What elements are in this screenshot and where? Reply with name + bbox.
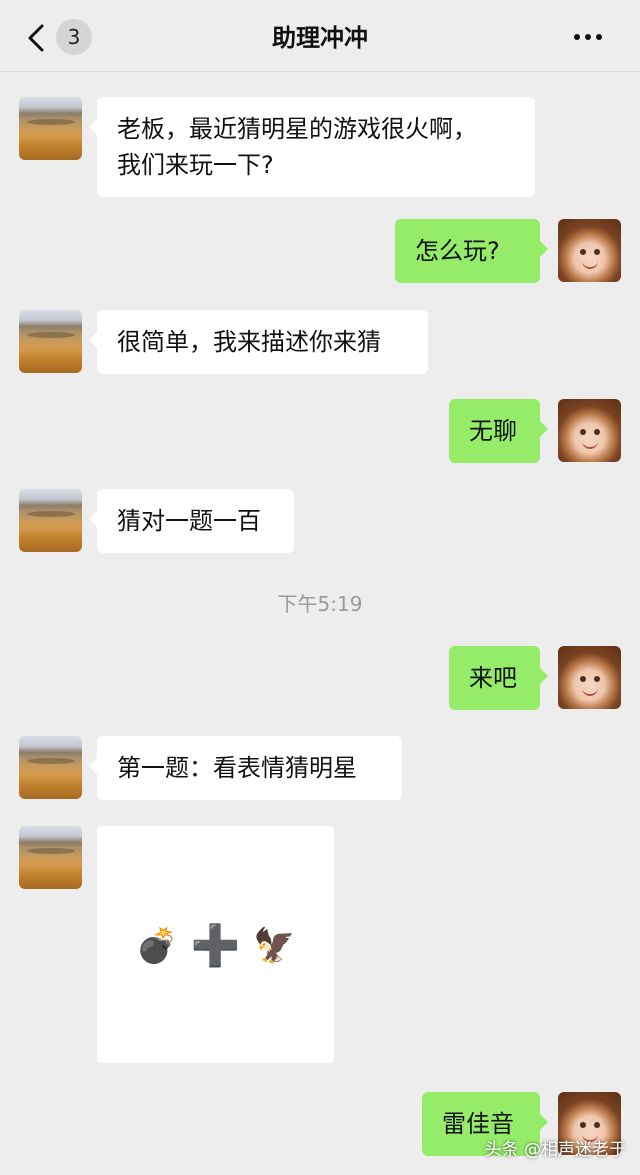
contact-avatar[interactable] xyxy=(19,826,82,889)
chat-header: 3 助理冲冲 xyxy=(0,0,640,72)
message-line: 我们来玩一下? xyxy=(117,151,274,179)
user-avatar[interactable] xyxy=(558,219,621,282)
contact-avatar[interactable] xyxy=(19,310,82,373)
message-bubble-incoming: 第一题：看表情猜明星 xyxy=(89,736,402,800)
message-line: 老板，最近猜明星的游戏很火啊， xyxy=(117,115,477,143)
more-dots-icon[interactable] xyxy=(574,34,608,42)
message-text: 无聊 xyxy=(469,417,517,445)
contact-avatar[interactable] xyxy=(19,97,82,160)
contact-avatar[interactable] xyxy=(19,489,82,552)
message-bubble-outgoing: 来吧 xyxy=(449,646,548,710)
message-bubble-outgoing: 怎么玩? xyxy=(395,219,548,283)
bomb-emoji: 💣 xyxy=(135,925,178,966)
image-message[interactable]: 💣 ➕ 🦅 xyxy=(97,826,334,1063)
message-text: 猜对一题一百 xyxy=(117,507,261,535)
message-text: 很简单，我来描述你来猜 xyxy=(117,328,381,356)
plus-emoji: ➕ xyxy=(190,922,241,969)
message-bubble-incoming: 老板，最近猜明星的游戏很火啊， 我们来玩一下? xyxy=(89,97,535,197)
contact-avatar[interactable] xyxy=(19,736,82,799)
message-bubble-outgoing: 无聊 xyxy=(449,399,548,463)
message-text: 第一题：看表情猜明星 xyxy=(117,754,357,782)
message-bubble-incoming: 很简单，我来描述你来猜 xyxy=(89,310,428,374)
user-avatar[interactable] xyxy=(558,646,621,709)
chat-title: 助理冲冲 xyxy=(272,24,368,52)
user-avatar[interactable] xyxy=(558,399,621,462)
eagle-emoji: 🦅 xyxy=(253,925,296,966)
emoji-puzzle: 💣 ➕ 🦅 xyxy=(97,922,334,968)
message-bubble-incoming: 猜对一题一百 xyxy=(89,489,294,553)
message-text: 来吧 xyxy=(469,664,517,692)
message-text: 雷佳音 xyxy=(442,1110,514,1138)
watermark-text: 头条 @相声迷老于 xyxy=(484,1140,626,1160)
message-timestamp: 下午5:19 xyxy=(277,592,363,616)
message-text: 怎么玩? xyxy=(415,237,500,265)
